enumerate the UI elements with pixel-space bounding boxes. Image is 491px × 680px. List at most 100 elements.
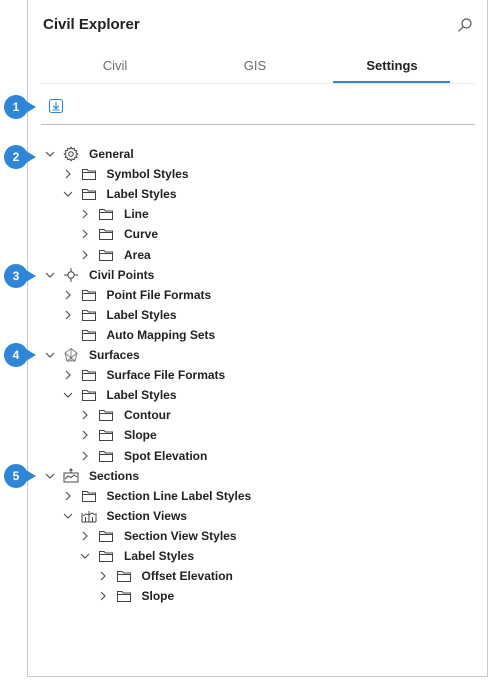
callout-badge-5: 5 — [4, 464, 36, 488]
tree-item-label: Label Styles — [106, 388, 177, 403]
callout-badge-1: 1 — [4, 95, 36, 119]
chevron-down-icon[interactable] — [63, 511, 73, 521]
chevron-right-icon[interactable] — [63, 370, 73, 380]
folder-icon — [81, 488, 97, 504]
chevron-down-icon[interactable] — [63, 189, 73, 199]
chevron-right-icon[interactable] — [80, 410, 90, 420]
tree-item-label: Sections — [89, 468, 140, 483]
tree-item-label: Civil Points — [89, 267, 155, 282]
tree-item-label: Symbol Styles — [106, 167, 189, 182]
tree-item-label: Area — [124, 247, 151, 262]
import-settings-icon[interactable] — [48, 98, 64, 114]
folder-icon — [116, 568, 132, 584]
section-icon — [63, 468, 79, 484]
tree-item-label: Slope — [141, 589, 175, 604]
callout-badge-2: 2 — [4, 145, 36, 169]
tree-item[interactable]: Surfaces — [45, 346, 140, 364]
chevron-down-icon[interactable] — [45, 350, 55, 360]
chevron-down-icon[interactable] — [45, 471, 55, 481]
tree-item[interactable]: Surface File Formats — [63, 366, 226, 384]
folder-icon — [98, 548, 114, 564]
tree-item[interactable]: Auto Mapping Sets — [63, 326, 215, 344]
folder-icon — [81, 287, 97, 303]
tree-item-label: Label Styles — [106, 307, 177, 322]
chevron-right-icon[interactable] — [98, 591, 108, 601]
folder-icon — [81, 166, 97, 182]
chevron-right-icon[interactable] — [80, 531, 90, 541]
tree-item-label: Section View Styles — [124, 528, 237, 543]
tree-item[interactable]: Section View Styles — [80, 527, 237, 545]
tree-item[interactable]: Point File Formats — [63, 286, 212, 304]
active-tab-indicator — [333, 81, 450, 83]
folder-icon — [98, 427, 114, 443]
tree-item[interactable]: Slope — [80, 426, 157, 444]
tree-item[interactable]: Area — [80, 246, 151, 264]
chevron-right-icon[interactable] — [80, 209, 90, 219]
tree-item-label: Section Views — [106, 508, 187, 523]
chevron-right-icon[interactable] — [80, 250, 90, 260]
tree-item-label: Surfaces — [89, 348, 140, 362]
tree-item[interactable]: Label Styles — [63, 386, 177, 404]
chevron-right-icon[interactable] — [63, 290, 73, 300]
tree-item[interactable]: Symbol Styles — [63, 165, 189, 183]
folder-icon — [98, 528, 114, 544]
tab-civil[interactable]: Civil — [55, 58, 175, 73]
chevron-down-icon[interactable] — [63, 390, 73, 400]
chevron-down-icon[interactable] — [45, 270, 55, 280]
folder-icon — [98, 247, 114, 263]
tree-item-label: General — [89, 147, 134, 161]
tree-item-label: Surface File Formats — [106, 368, 226, 383]
chevron-right-icon[interactable] — [80, 229, 90, 239]
tree-item[interactable]: Sections — [45, 467, 139, 485]
tab-bar-divider — [41, 83, 475, 84]
chevron-right-icon[interactable] — [80, 451, 90, 461]
tree-item-label: Slope — [124, 428, 157, 443]
tree-item[interactable]: Slope — [98, 587, 175, 605]
tree-item[interactable]: Civil Points — [45, 266, 154, 284]
tree-item[interactable]: Label Styles — [63, 185, 177, 203]
tree-item[interactable]: Line — [80, 205, 149, 223]
tree-item[interactable]: Label Styles — [63, 306, 177, 324]
tree-item-label: Line — [124, 207, 149, 222]
chevron-right-icon[interactable] — [80, 430, 90, 440]
folder-icon — [98, 206, 114, 222]
chevron-right-icon[interactable] — [63, 310, 73, 320]
folder-icon — [98, 448, 114, 464]
tab-gis[interactable]: GIS — [195, 58, 315, 73]
tree-item[interactable]: Contour — [80, 406, 171, 424]
folder-icon — [81, 387, 97, 403]
callout-badge-4: 4 — [4, 343, 36, 367]
tree-item[interactable]: Label Styles — [80, 547, 194, 565]
tree-item[interactable]: Offset Elevation — [98, 567, 233, 585]
tree-item[interactable]: Spot Elevation — [80, 447, 207, 465]
tree-item-label: Contour — [124, 408, 171, 423]
chevron-down-icon[interactable] — [80, 551, 90, 561]
folder-icon — [81, 367, 97, 383]
section-view-icon — [81, 508, 97, 524]
chevron-right-icon[interactable] — [98, 571, 108, 581]
tab-settings[interactable]: Settings — [332, 58, 452, 73]
tree-item-label: Point File Formats — [106, 287, 212, 302]
civil-explorer-panel: Civil Explorer Civil GIS Settings Genera… — [27, 0, 488, 677]
chevron-right-icon[interactable] — [63, 169, 73, 179]
tree-item-label: Label Styles — [106, 187, 177, 202]
tree-item-label: Spot Elevation — [124, 448, 208, 463]
folder-icon — [81, 186, 97, 202]
tree-item-label: Offset Elevation — [141, 569, 233, 584]
folder-icon — [98, 407, 114, 423]
tree-item[interactable]: Curve — [80, 225, 158, 243]
tree-item[interactable]: Section Line Label Styles — [63, 487, 252, 505]
tree-item[interactable]: Section Views — [63, 507, 187, 525]
chevron-down-icon[interactable] — [45, 149, 55, 159]
search-icon[interactable] — [457, 17, 473, 33]
folder-icon — [81, 307, 97, 323]
tree-item-label: Label Styles — [124, 549, 195, 563]
panel-title: Civil Explorer — [43, 16, 140, 33]
tree-item-label: Curve — [124, 227, 159, 242]
tree-item[interactable]: General — [45, 145, 134, 163]
folder-icon — [81, 327, 97, 343]
folder-icon — [116, 588, 132, 604]
tree-item-label: Section Line Label Styles — [106, 488, 252, 503]
surface-icon — [63, 347, 79, 363]
chevron-right-icon[interactable] — [63, 491, 73, 501]
